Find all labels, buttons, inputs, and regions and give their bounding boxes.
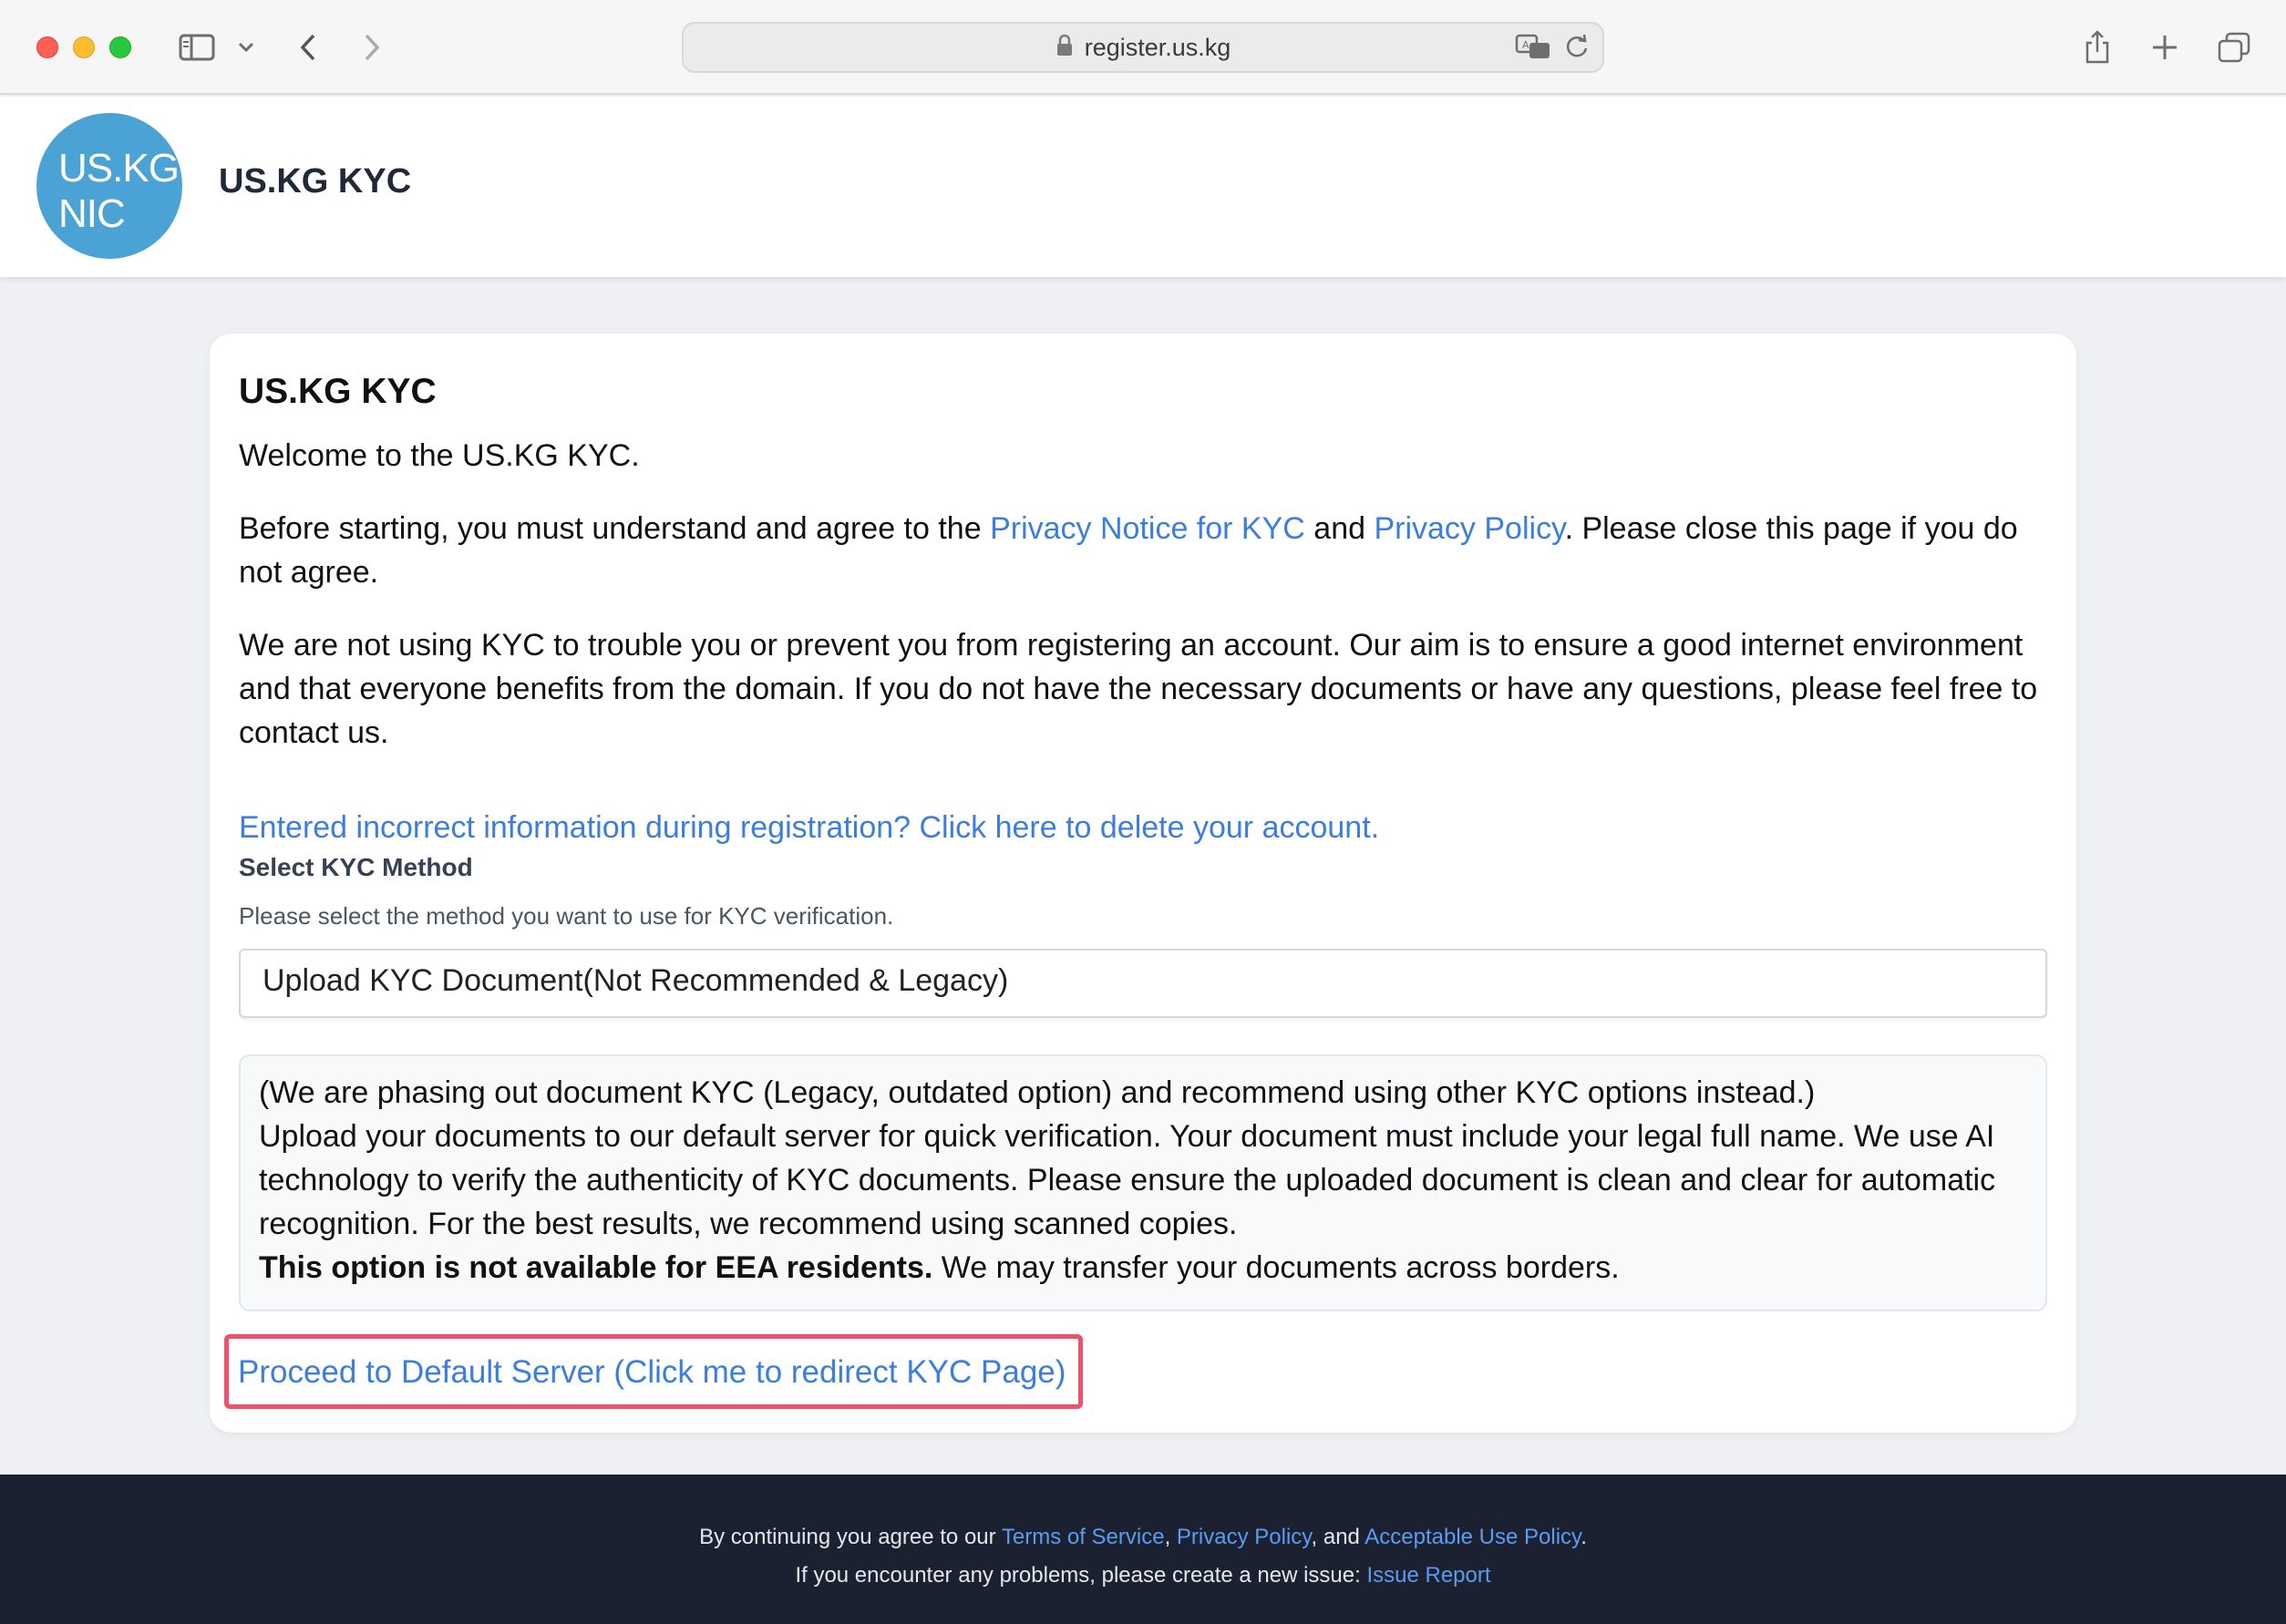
kyc-method-select[interactable]: Upload KYC Document(Not Recommended & Le… (239, 949, 2047, 1018)
browser-toolbar: register.us.kg A (0, 0, 2286, 95)
legacy-notice: (We are phasing out document KYC (Legacy… (259, 1075, 1816, 1110)
forward-icon[interactable] (355, 24, 388, 71)
lock-icon (1055, 34, 1074, 61)
upload-instructions: Upload your documents to our default ser… (259, 1119, 1996, 1241)
zoom-window-button[interactable] (109, 36, 131, 58)
kyc-method-label: Select KYC Method (239, 853, 473, 881)
agreement-text: Before starting, you must understand and… (239, 511, 2018, 590)
privacy-notice-link[interactable]: Privacy Notice for KYC (990, 511, 1305, 546)
site-title: US.KG KYC (219, 162, 412, 200)
welcome-text: Welcome to the US.KG KYC. (239, 438, 640, 473)
site-footer: By continuing you agree to our Terms of … (0, 1475, 2286, 1624)
back-icon[interactable] (292, 24, 324, 71)
sidebar-toggle-icon[interactable] (177, 24, 217, 71)
close-window-button[interactable] (36, 36, 58, 58)
terms-of-service-link[interactable]: Terms of Service (1002, 1525, 1165, 1549)
kyc-method-info: (We are phasing out document KYC (Legacy… (239, 1054, 2047, 1311)
reload-icon[interactable] (1564, 34, 1590, 63)
footer-terms-line: By continuing you agree to our Terms of … (699, 1525, 1587, 1549)
eea-notice: This option is not available for EEA res… (259, 1250, 1620, 1285)
address-bar[interactable]: register.us.kg A (682, 22, 1604, 73)
footer-privacy-policy-link[interactable]: Privacy Policy (1177, 1525, 1312, 1549)
acceptable-use-policy-link[interactable]: Acceptable Use Policy (1364, 1525, 1581, 1549)
kyc-method-help: Please select the method you want to use… (239, 902, 894, 930)
url-text: register.us.kg (1084, 33, 1231, 61)
privacy-policy-link[interactable]: Privacy Policy (1374, 511, 1564, 546)
share-icon[interactable] (2082, 24, 2113, 71)
kyc-card: US.KG KYC Welcome to the US.KG KYC. Befo… (210, 334, 2076, 1433)
us-kg-nic-logo[interactable]: US.KG NIC (36, 113, 182, 259)
svg-text:A: A (1522, 39, 1529, 51)
card-title: US.KG KYC (239, 372, 437, 411)
translate-icon[interactable]: A (1515, 33, 1551, 64)
proceed-default-server-link[interactable]: Proceed to Default Server (Click me to r… (224, 1334, 1084, 1409)
issue-report-link[interactable]: Issue Report (1366, 1563, 1490, 1588)
chevron-down-icon[interactable] (235, 24, 257, 71)
footer-issue-line: If you encounter any problems, please cr… (795, 1563, 1491, 1588)
new-tab-icon[interactable] (2149, 24, 2180, 71)
minimize-window-button[interactable] (73, 36, 95, 58)
delete-account-link[interactable]: Entered incorrect information during reg… (239, 806, 2047, 849)
aim-text: We are not using KYC to trouble you or p… (239, 628, 2038, 750)
tab-overview-icon[interactable] (2217, 24, 2251, 71)
site-header: US.KG NIC US.KG KYC (0, 97, 2286, 277)
